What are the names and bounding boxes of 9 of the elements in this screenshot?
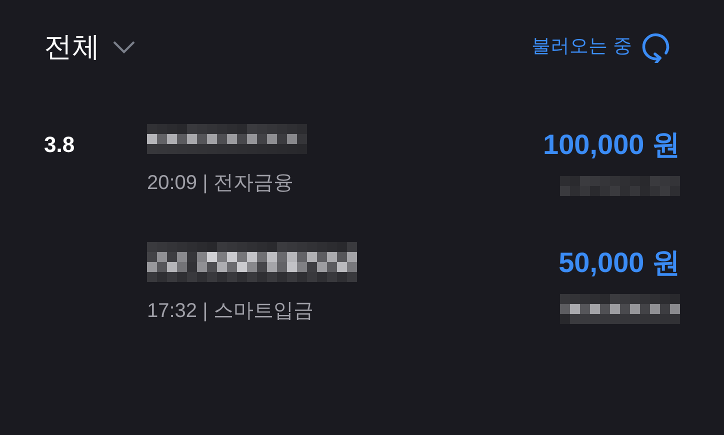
refresh-icon [640, 31, 672, 63]
date-label: 3.8 [44, 132, 75, 157]
filter-dropdown[interactable]: 전체 [44, 26, 136, 68]
transaction-amount: 50,000 원 [558, 246, 680, 280]
transaction-amount: 100,000 원 [543, 128, 680, 162]
chevron-down-icon [112, 40, 136, 54]
loading-status: 불러오는 중 [532, 34, 632, 59]
transaction-time-method: 17:32 | 스마트입금 [147, 299, 314, 324]
transaction-time-method: 20:09 | 전자금융 [147, 171, 294, 196]
